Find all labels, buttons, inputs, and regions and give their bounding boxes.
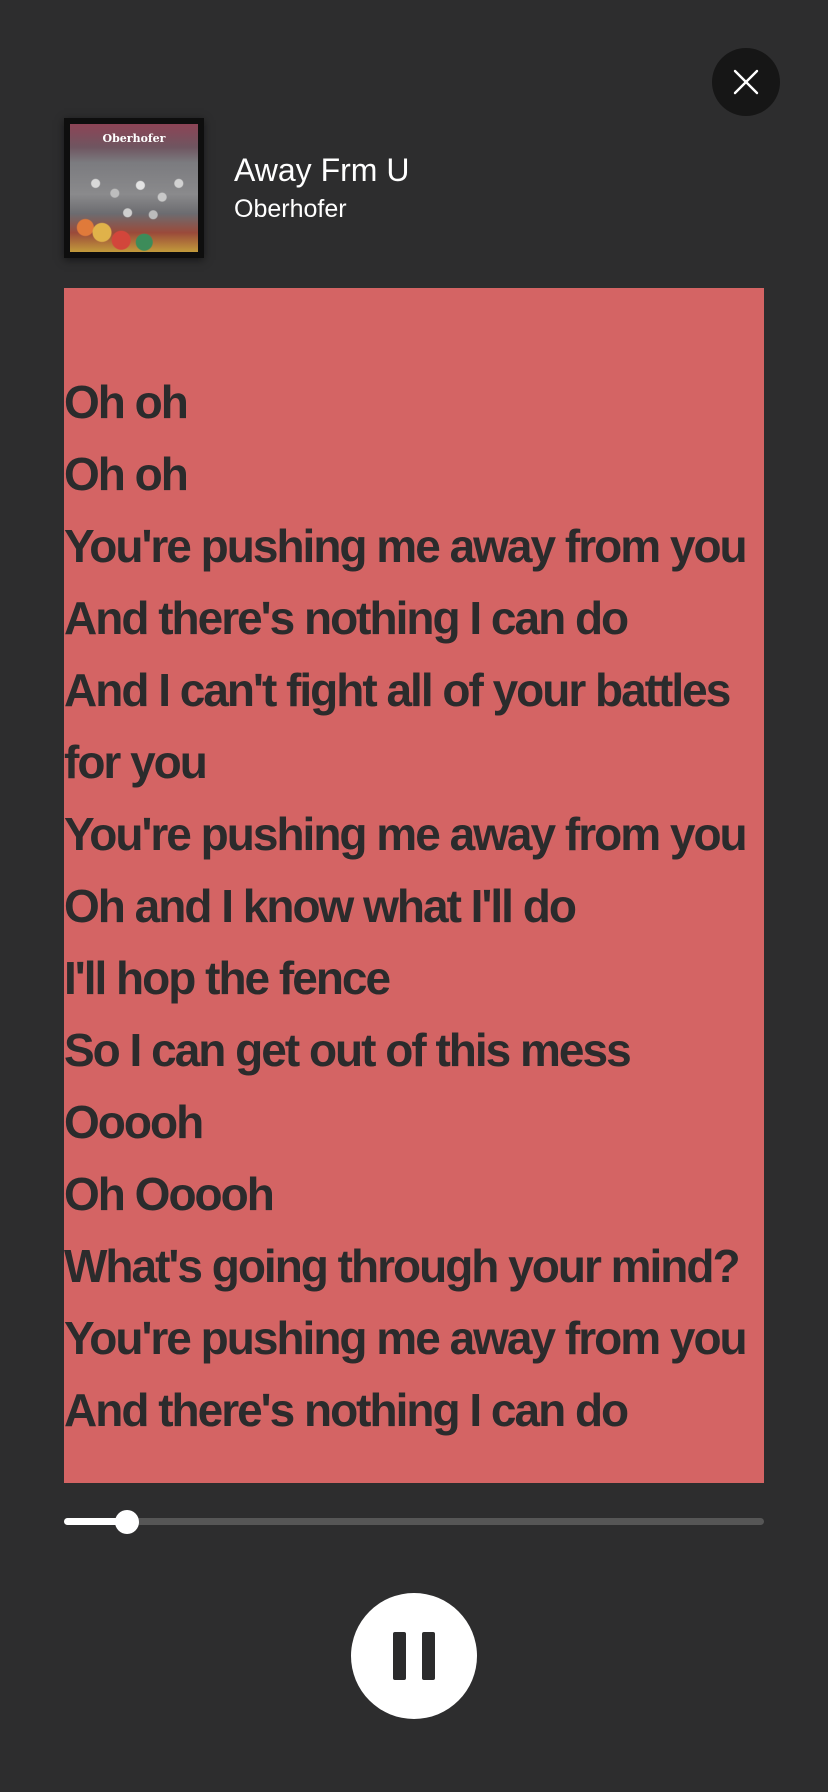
progress-slider[interactable] [64,1510,764,1534]
track-info: Away Frm U Oberhofer [234,150,409,226]
lyric-line: And there's nothing I can do [64,1384,629,1436]
progress-knob[interactable] [115,1510,139,1534]
lyric-line: You're pushing me away from you [64,808,748,860]
album-art-text: Oberhofer [102,132,166,145]
lyric-line: You're pushing me away from you [64,1312,748,1364]
album-cover-image: Oberhofer [70,124,198,252]
lyric-line: Ooooh [64,1096,204,1148]
lyric-line: Oh Ooooh [64,1168,275,1220]
lyric-line: What's going through your mind? [64,1240,741,1292]
lyric-line: And there's nothing I can do [64,592,629,644]
album-art: Oberhofer [64,118,204,258]
close-icon [733,69,759,95]
lyric-line: I'll hop the fence [64,952,391,1004]
lyric-line: Oh oh [64,376,189,428]
track-artist: Oberhofer [234,195,347,223]
lyrics-card[interactable]: Oh oh Oh oh You're pushing me away from yo… [64,288,764,1483]
pause-button[interactable] [351,1593,477,1719]
track-header: Oberhofer Away Frm U Oberhofer [64,118,409,258]
pause-icon [393,1632,435,1680]
lyric-line: Oh and I know what I'll do [64,880,577,932]
lyrics-list: Oh oh Oh oh You're pushing me away from yo… [64,366,764,1446]
track-title: Away Frm U [234,152,410,188]
progress-track [64,1518,764,1525]
close-button[interactable] [712,48,780,116]
lyric-line: And I can't fight all of your battles fo… [64,664,731,788]
lyric-line: Oh oh [64,448,189,500]
lyric-line: So I can get out of this mess [64,1024,632,1076]
album-cover-illustration [70,154,198,252]
lyric-line: You're pushing me away from you [64,520,748,572]
